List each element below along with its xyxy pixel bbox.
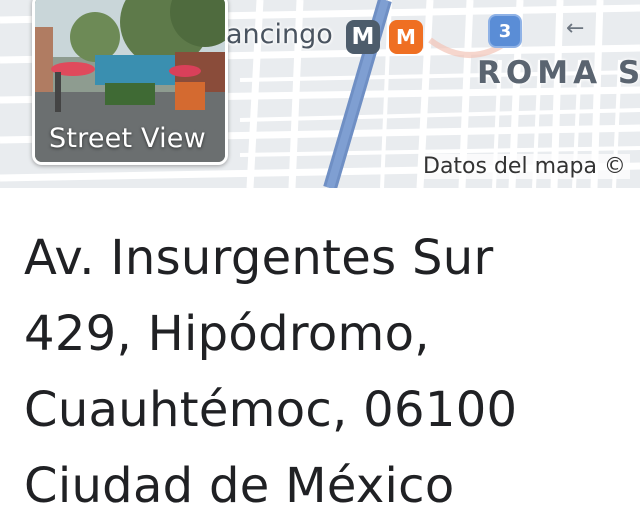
street-view-thumbnail[interactable]: Street View xyxy=(32,0,228,165)
street-view-label: Street View xyxy=(49,123,206,154)
address-line: Cuauhtémoc, 06100 xyxy=(24,382,518,438)
address-line: Ciudad de México xyxy=(24,458,455,514)
address-line: Av. Insurgentes Sur xyxy=(24,230,494,286)
metrobus-line-icon[interactable]: 3 xyxy=(488,14,522,48)
address-text: Av. Insurgentes Sur 429, Hipódromo, Cuau… xyxy=(24,220,624,524)
address-line: 429, Hipódromo, xyxy=(24,306,430,362)
map-attribution[interactable]: Datos del mapa © xyxy=(419,154,630,179)
metro-m-icon[interactable]: M xyxy=(346,20,380,54)
street-name-label: ancingo xyxy=(226,19,333,50)
neighborhood-label: ROMA S xyxy=(477,55,640,91)
arrow-left-icon: ← xyxy=(566,16,585,41)
metro-logo-icon[interactable]: M xyxy=(389,20,423,54)
map-view[interactable]: Street View ancingo M M 3 ← ROMA S Datos… xyxy=(0,0,640,188)
